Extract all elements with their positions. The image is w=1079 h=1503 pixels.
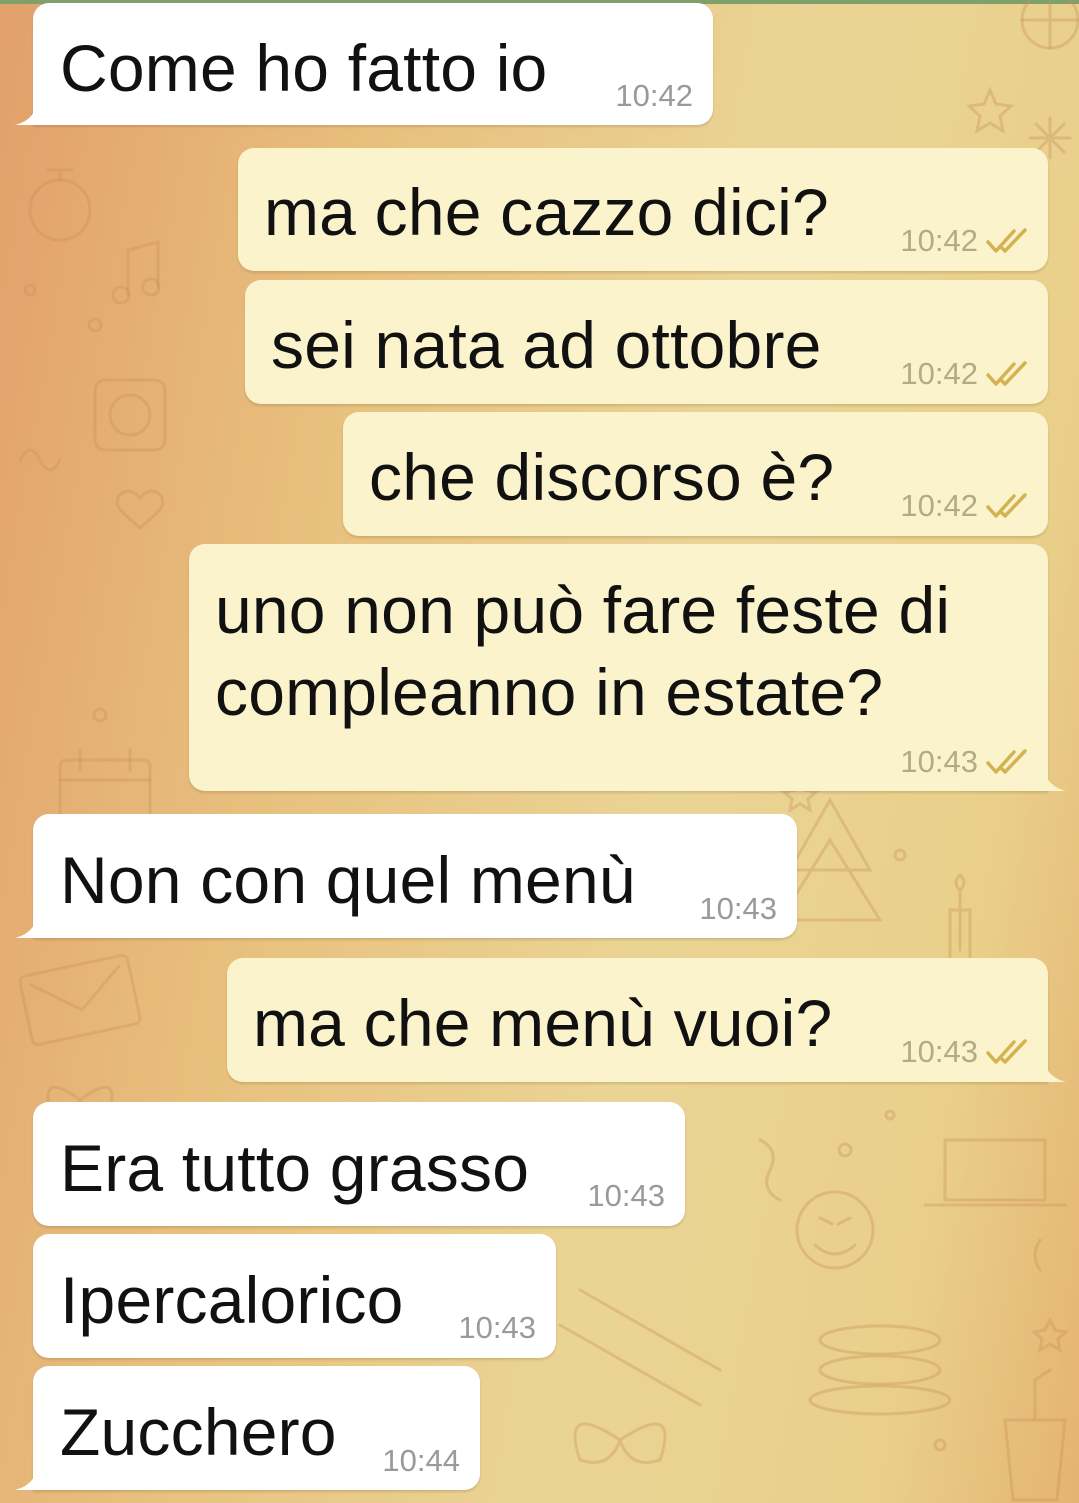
message-meta: 10:43: [900, 745, 1028, 779]
double-check-icon: [986, 361, 1027, 386]
message-text: Era tutto grasso: [60, 1131, 530, 1205]
message-meta: 10:42: [615, 79, 693, 113]
message-meta: 10:42: [900, 357, 1028, 391]
message-time: 10:42: [900, 223, 978, 258]
message-meta: 10:43: [458, 1311, 536, 1345]
message-meta: 10:44: [382, 1444, 460, 1478]
message-text: Ipercalorico: [60, 1263, 404, 1337]
message-text: uno non può fare feste di compleanno in …: [215, 573, 951, 729]
message-meta: 10:43: [900, 1035, 1028, 1069]
double-check-icon: [986, 749, 1027, 774]
double-check-icon: [986, 1039, 1027, 1064]
message-time: 10:43: [900, 744, 978, 779]
message-meta: 10:43: [699, 892, 777, 926]
double-check-icon: [986, 493, 1027, 518]
message-time: 10:42: [615, 78, 693, 113]
message-text: Non con quel menù: [60, 843, 636, 917]
message-bubble-outgoing[interactable]: uno non può fare feste di compleanno in …: [189, 544, 1066, 791]
bubble-tail: [1044, 769, 1066, 791]
message-bubble-outgoing[interactable]: sei nata ad ottobre 10:42: [245, 280, 1048, 404]
bubble-tail: [15, 916, 37, 938]
bubble-tail: [1044, 1060, 1066, 1082]
message-bubble-incoming[interactable]: Era tutto grasso 10:43: [33, 1102, 685, 1226]
double-check-icon: [986, 228, 1027, 253]
message-bubble-outgoing[interactable]: che discorso è? 10:42: [343, 412, 1048, 536]
message-time: 10:43: [699, 891, 777, 926]
message-meta: 10:42: [900, 489, 1028, 523]
message-time: 10:43: [587, 1178, 665, 1213]
message-text: Come ho fatto io: [60, 31, 548, 105]
bubble-tail: [15, 1468, 37, 1490]
message-meta: 10:42: [900, 224, 1028, 258]
message-time: 10:43: [900, 1034, 978, 1069]
message-bubble-incoming[interactable]: Come ho fatto io 10:42: [15, 3, 713, 125]
message-bubble-incoming[interactable]: Ipercalorico 10:43: [33, 1234, 556, 1358]
message-bubble-incoming[interactable]: Non con quel menù 10:43: [15, 814, 797, 938]
message-text: ma che menù vuoi?: [253, 986, 833, 1060]
message-text: Zucchero: [60, 1395, 337, 1469]
message-bubble-outgoing[interactable]: ma che cazzo dici? 10:42: [238, 148, 1048, 271]
message-bubble-incoming[interactable]: Zucchero 10:44: [15, 1366, 480, 1490]
message-time: 10:42: [900, 488, 978, 523]
message-bubble-outgoing[interactable]: ma che menù vuoi? 10:43: [227, 958, 1066, 1082]
message-time: 10:43: [458, 1310, 536, 1345]
message-time: 10:42: [900, 356, 978, 391]
message-text: ma che cazzo dici?: [264, 175, 829, 249]
message-meta: 10:43: [587, 1179, 665, 1213]
message-text: sei nata ad ottobre: [271, 308, 822, 382]
message-time: 10:44: [382, 1443, 460, 1478]
message-text: che discorso è?: [369, 440, 835, 514]
bubble-tail: [15, 103, 37, 125]
